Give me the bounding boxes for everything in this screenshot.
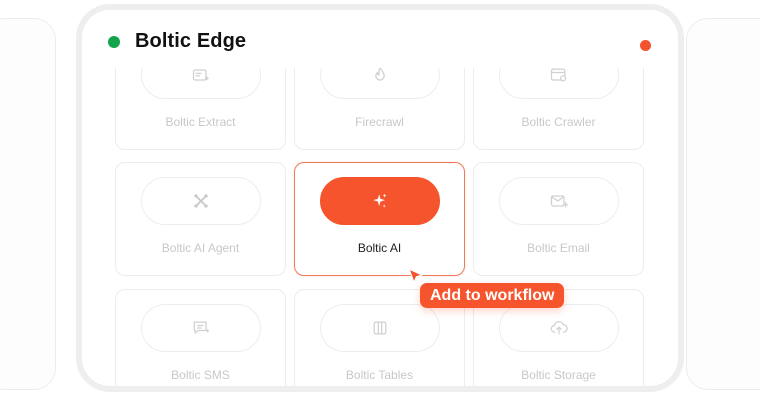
add-to-workflow-tooltip[interactable]: Add to workflow <box>420 283 565 308</box>
integration-card-icon-pill <box>141 177 261 225</box>
app-header: Boltic Edge <box>82 10 678 68</box>
integration-card-icon-pill <box>320 304 440 352</box>
app-window: Boltic Extract Firecrawl Boltic Crawler … <box>76 4 684 392</box>
left-preview-panel <box>0 18 56 390</box>
extract-icon <box>192 69 210 81</box>
integration-card-icon-pill <box>141 304 261 352</box>
integration-card-label: Boltic Crawler <box>521 115 596 129</box>
right-preview-panel <box>686 18 760 390</box>
integration-card-label: Boltic AI Agent <box>161 241 240 255</box>
integration-card-icon-pill <box>320 177 440 225</box>
integration-card-label: Boltic Email <box>527 241 590 255</box>
fire-icon <box>375 66 385 81</box>
integration-card-label: Boltic Tables <box>345 368 414 382</box>
recording-indicator <box>640 40 651 51</box>
integration-card-label: Boltic Extract <box>165 115 236 129</box>
app-title: Boltic Edge <box>135 30 247 52</box>
integration-card-boltic-sms[interactable]: Boltic SMS <box>115 289 286 386</box>
integration-card-boltic-ai[interactable]: Boltic AI <box>294 162 465 276</box>
integration-card-label: Firecrawl <box>355 115 404 129</box>
agent-icon <box>194 194 208 208</box>
storage-icon <box>550 321 568 335</box>
sparkle-icon <box>373 193 387 208</box>
sms-icon <box>193 321 210 334</box>
integration-card-label: Boltic SMS <box>171 368 230 382</box>
integration-card-icon-pill <box>499 304 619 352</box>
integration-card-label: Boltic AI <box>357 241 402 255</box>
table-icon <box>373 321 387 335</box>
pointer-cursor-icon <box>408 268 423 284</box>
integration-card-boltic-email[interactable]: Boltic Email <box>473 162 644 276</box>
integration-card-boltic-ai-agent[interactable]: Boltic AI Agent <box>115 162 286 276</box>
crawler-icon <box>550 68 567 82</box>
app-window-content: Boltic Extract Firecrawl Boltic Crawler … <box>82 10 678 386</box>
integration-card-icon-pill <box>499 177 619 225</box>
status-indicator <box>108 36 120 48</box>
integration-card-label: Boltic Storage <box>521 368 596 382</box>
email-icon <box>550 195 569 208</box>
